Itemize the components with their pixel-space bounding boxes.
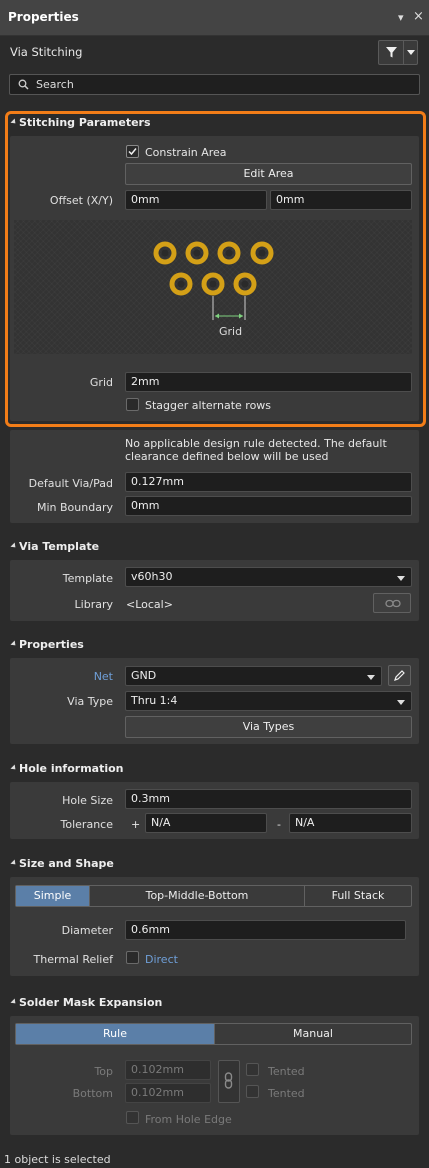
tented-top-label: Tented: [268, 1065, 305, 1078]
net-picker-button[interactable]: [388, 665, 411, 686]
tab-top-middle-bottom[interactable]: Top-Middle-Bottom: [90, 886, 305, 906]
net-label[interactable]: Net: [15, 670, 113, 683]
stagger-checkbox[interactable]: [126, 398, 139, 411]
chevron-down-icon: [407, 50, 415, 55]
default-via-pad-label: Default Via/Pad: [28, 477, 113, 490]
section-title-solder-mask[interactable]: Solder Mask Expansion: [19, 996, 162, 1009]
template-dropdown[interactable]: v60h30: [125, 567, 412, 587]
via-types-button[interactable]: Via Types: [125, 716, 412, 738]
search-input[interactable]: Search: [9, 74, 420, 95]
net-dropdown[interactable]: GND: [125, 666, 382, 686]
stagger-label: Stagger alternate rows: [145, 399, 272, 412]
constrain-area-checkbox[interactable]: [126, 145, 139, 158]
from-hole-edge-label: From Hole Edge: [145, 1113, 232, 1126]
default-via-pad-field[interactable]: 0.127mm: [125, 472, 412, 492]
tolerance-plus-sign: +: [131, 818, 141, 831]
section-title-via-template[interactable]: Via Template: [19, 540, 99, 553]
tab-full-stack[interactable]: Full Stack: [305, 886, 411, 906]
rule-message-line2: clearance defined below will be used: [125, 450, 329, 463]
status-text: 1 object is selected: [4, 1153, 111, 1166]
panel-menu-icon[interactable]: ▾: [398, 11, 404, 24]
tolerance-minus-field[interactable]: N/A: [289, 813, 412, 833]
checkmark-icon: [128, 148, 137, 156]
grid-label: Grid: [89, 376, 113, 389]
collapse-icon[interactable]: [10, 859, 18, 867]
section-title-stitching[interactable]: Stitching Parameters: [19, 116, 151, 129]
pencil-icon: [394, 670, 405, 681]
diameter-label: Diameter: [61, 924, 113, 937]
collapse-icon[interactable]: [10, 542, 18, 550]
edit-area-button[interactable]: Edit Area: [125, 163, 412, 185]
offset-x-field[interactable]: 0mm: [125, 190, 267, 210]
hole-size-field[interactable]: 0.3mm: [125, 789, 412, 809]
tented-bottom-checkbox: [246, 1085, 259, 1098]
link-library-button[interactable]: [373, 593, 411, 613]
stitching-preview: Grid: [14, 220, 412, 354]
chain-link-icon: [224, 1072, 233, 1089]
tab-manual[interactable]: Manual: [215, 1024, 411, 1044]
via-type-dropdown[interactable]: Thru 1:4: [125, 691, 412, 711]
chevron-down-icon: [367, 675, 375, 680]
tented-top-checkbox: [246, 1063, 259, 1076]
via-type-label: Via Type: [67, 695, 113, 708]
preview-grid-label: Grid: [219, 325, 243, 338]
thermal-relief-value[interactable]: Direct: [145, 953, 178, 966]
net-value: GND: [131, 669, 157, 682]
size-shape-tabs: Simple Top-Middle-Bottom Full Stack: [15, 885, 412, 907]
panel-titlebar: Properties ▾ ×: [0, 0, 429, 36]
tolerance-plus-field[interactable]: N/A: [145, 813, 267, 833]
collapse-icon[interactable]: [10, 640, 18, 648]
template-value: v60h30: [131, 570, 173, 583]
hole-size-label: Hole Size: [62, 794, 113, 807]
tolerance-label: Tolerance: [60, 818, 113, 831]
constrain-area-label: Constrain Area: [145, 146, 227, 159]
object-type-label: Via Stitching: [10, 45, 83, 59]
min-boundary-field[interactable]: 0mm: [125, 496, 412, 516]
bottom-expansion-field: 0.102mm: [125, 1083, 211, 1103]
filter-button[interactable]: [378, 40, 418, 65]
filter-icon: [386, 47, 397, 58]
template-label: Template: [62, 572, 113, 585]
tolerance-minus-sign: -: [277, 818, 281, 831]
bottom-label: Bottom: [72, 1087, 113, 1100]
tab-rule[interactable]: Rule: [16, 1024, 215, 1044]
solder-mask-tabs: Rule Manual: [15, 1023, 412, 1045]
library-label: Library: [74, 598, 113, 611]
collapse-icon[interactable]: [10, 764, 18, 772]
link-icon: [385, 599, 401, 608]
top-label: Top: [94, 1065, 113, 1078]
via-grid-diagram: [153, 241, 274, 320]
via-type-value: Thru 1:4: [131, 694, 178, 707]
from-hole-edge-checkbox: [126, 1111, 139, 1124]
section-title-hole[interactable]: Hole information: [19, 762, 124, 775]
min-boundary-label: Min Boundary: [37, 501, 113, 514]
search-placeholder: Search: [36, 78, 74, 91]
section-title-properties[interactable]: Properties: [19, 638, 84, 651]
panel-title: Properties: [8, 10, 79, 24]
section-title-size-shape[interactable]: Size and Shape: [19, 857, 114, 870]
offset-y-field[interactable]: 0mm: [270, 190, 412, 210]
tented-bottom-label: Tented: [268, 1087, 305, 1100]
tab-simple[interactable]: Simple: [16, 886, 90, 906]
close-icon[interactable]: ×: [413, 9, 424, 24]
link-expansion-button: [218, 1060, 240, 1103]
rule-message-line1: No applicable design rule detected. The …: [125, 437, 387, 450]
diameter-field[interactable]: 0.6mm: [125, 920, 406, 940]
top-expansion-field: 0.102mm: [125, 1060, 211, 1080]
search-icon: [18, 79, 29, 90]
library-value: <Local>: [126, 598, 173, 611]
offset-label: Offset (X/Y): [49, 194, 113, 207]
thermal-relief-label: Thermal Relief: [33, 953, 113, 966]
chevron-down-icon: [397, 700, 405, 705]
grid-field[interactable]: 2mm: [125, 372, 412, 392]
collapse-icon[interactable]: [10, 998, 18, 1006]
chevron-down-icon: [397, 576, 405, 581]
thermal-relief-checkbox[interactable]: [126, 951, 139, 964]
